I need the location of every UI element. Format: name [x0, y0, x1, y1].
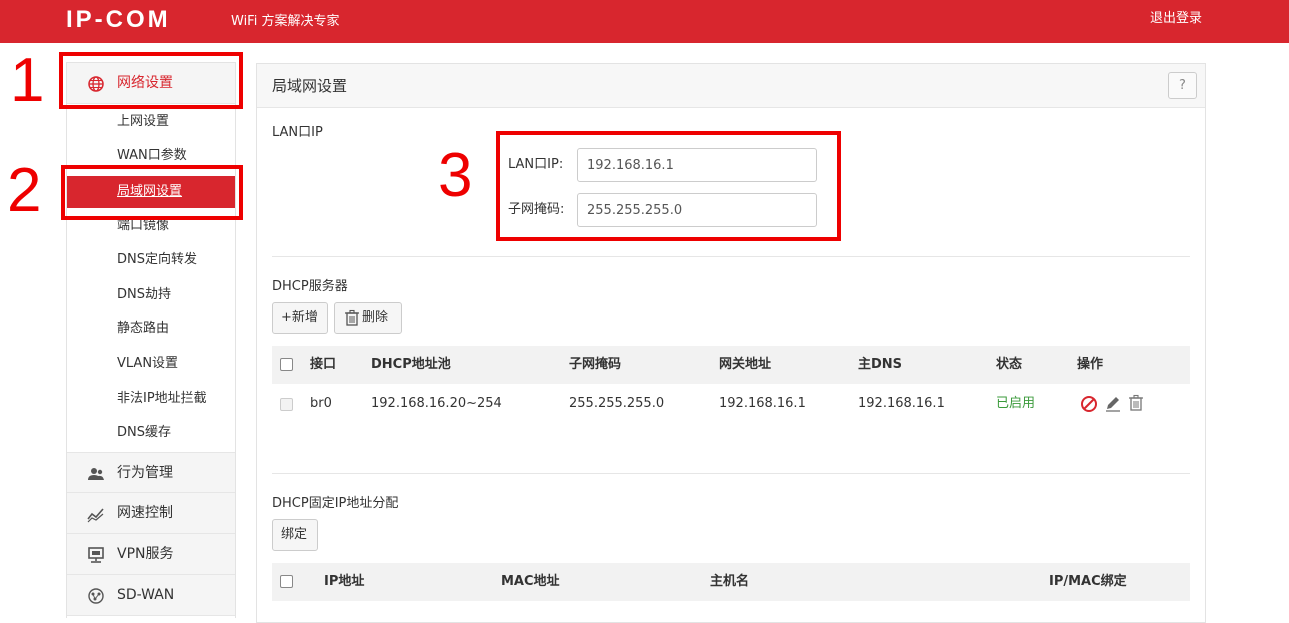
column-header: 网关地址	[719, 357, 772, 372]
cell-interface: br0	[310, 396, 332, 411]
help-button[interactable]: ?	[1168, 72, 1197, 99]
sidebar-subitem-vlan[interactable]: VLAN设置	[67, 348, 235, 380]
select-all-checkbox[interactable]	[280, 358, 293, 371]
sidebar-subitem-label: DNS劫持	[117, 287, 171, 302]
add-dhcp-button[interactable]: +新增	[272, 302, 328, 334]
section-divider	[272, 473, 1190, 474]
sidebar-subitem-dns-hijack[interactable]: DNS劫持	[67, 279, 235, 311]
page-title: 局域网设置	[272, 77, 348, 95]
select-all-checkbox[interactable]	[280, 575, 293, 588]
sidebar-subitem-internet[interactable]: 上网设置	[67, 106, 235, 138]
column-header: 子网掩码	[569, 357, 622, 372]
column-header: 主DNS	[858, 357, 903, 372]
delete-dhcp-button[interactable]: 删除	[334, 302, 402, 334]
sidebar-subitem-label: VLAN设置	[117, 356, 179, 371]
top-header: IP-COM WiFi 方案解决专家 退出登录	[0, 0, 1289, 43]
annotation-number-1: 1	[10, 46, 45, 115]
sidebar-item-label: 网速控制	[117, 505, 173, 521]
sidebar-subitem-label: DNS缓存	[117, 425, 171, 440]
sidebar-item-label: 行为管理	[117, 465, 173, 481]
annotation-number-2: 2	[7, 156, 42, 225]
status-badge: 已启用	[996, 396, 1036, 411]
dhcp-table-header: 接口 DHCP地址池 子网掩码 网关地址 主DNS 状态 操作	[272, 346, 1190, 384]
column-header: 主机名	[710, 574, 750, 589]
sidebar-subitem-label: 静态路由	[117, 321, 170, 336]
sidebar-item-behavior[interactable]: 行为管理	[67, 452, 235, 493]
column-header: IP地址	[324, 574, 365, 589]
monitor-icon	[88, 547, 104, 563]
sidebar-item-vpn[interactable]: VPN服务	[67, 534, 235, 575]
sidebar: 网络设置 上网设置 WAN口参数 局域网设置 端口镜像 DNS定向转发 DNS劫…	[66, 62, 236, 618]
user-group-icon	[88, 468, 104, 480]
section-divider	[272, 256, 1190, 257]
sidebar-subitem-label: 非法IP地址拦截	[117, 391, 207, 406]
delete-trash-icon[interactable]	[1127, 394, 1145, 412]
annotation-box-3	[496, 131, 841, 241]
sidebar-subitem-dns-cache[interactable]: DNS缓存	[67, 417, 235, 449]
sidebar-subitem-dns-forward[interactable]: DNS定向转发	[67, 244, 235, 276]
column-header: IP/MAC绑定	[1049, 574, 1127, 589]
column-header: DHCP地址池	[371, 357, 451, 372]
column-header: 状态	[996, 357, 1023, 372]
dhcp-section-title: DHCP服务器	[272, 279, 348, 294]
row-checkbox	[280, 398, 293, 411]
logout-link[interactable]: 退出登录	[1150, 10, 1202, 28]
annotation-box-2	[61, 165, 243, 220]
cell-address-pool: 192.168.16.20~254	[371, 396, 502, 411]
sidebar-subitem-label: 上网设置	[117, 114, 170, 129]
annotation-number-3: 3	[438, 141, 473, 210]
network-node-icon	[88, 588, 104, 604]
trash-icon	[345, 309, 359, 326]
cell-gateway: 192.168.16.1	[719, 396, 806, 411]
edit-pencil-icon[interactable]	[1104, 394, 1122, 412]
sidebar-subitem-static-route[interactable]: 静态路由	[67, 313, 235, 345]
static-table-header: IP地址 MAC地址 主机名 IP/MAC绑定	[272, 563, 1190, 601]
sidebar-item-label: SD-WAN	[117, 587, 175, 603]
cell-subnet-mask: 255.255.255.0	[569, 396, 665, 411]
sidebar-subitem-illegal-ip[interactable]: 非法IP地址拦截	[67, 383, 235, 415]
sidebar-item-label: VPN服务	[117, 546, 174, 562]
disable-icon[interactable]	[1080, 395, 1098, 413]
cell-primary-dns: 192.168.16.1	[858, 396, 945, 411]
bind-button[interactable]: 绑定	[272, 519, 318, 551]
trend-line-icon	[87, 508, 104, 523]
column-header: MAC地址	[501, 574, 560, 589]
sidebar-item-speed-control[interactable]: 网速控制	[67, 493, 235, 534]
table-row: br0 192.168.16.20~254 255.255.255.0 192.…	[272, 384, 1190, 424]
sidebar-item-sdwan[interactable]: SD-WAN	[67, 575, 235, 616]
delete-button-label: 删除	[362, 310, 389, 325]
brand-tagline: WiFi 方案解决专家	[231, 14, 340, 29]
panel-header: 局域网设置 ?	[257, 64, 1205, 108]
sidebar-subitem-label: DNS定向转发	[117, 252, 197, 267]
annotation-box-1	[59, 52, 243, 109]
lan-section-title: LAN口IP	[272, 125, 323, 140]
brand-logo: IP-COM	[66, 6, 171, 33]
column-header: 操作	[1077, 357, 1104, 372]
column-header: 接口	[310, 357, 337, 372]
static-ip-section-title: DHCP固定IP地址分配	[272, 496, 399, 511]
sidebar-subitem-label: WAN口参数	[117, 148, 187, 163]
